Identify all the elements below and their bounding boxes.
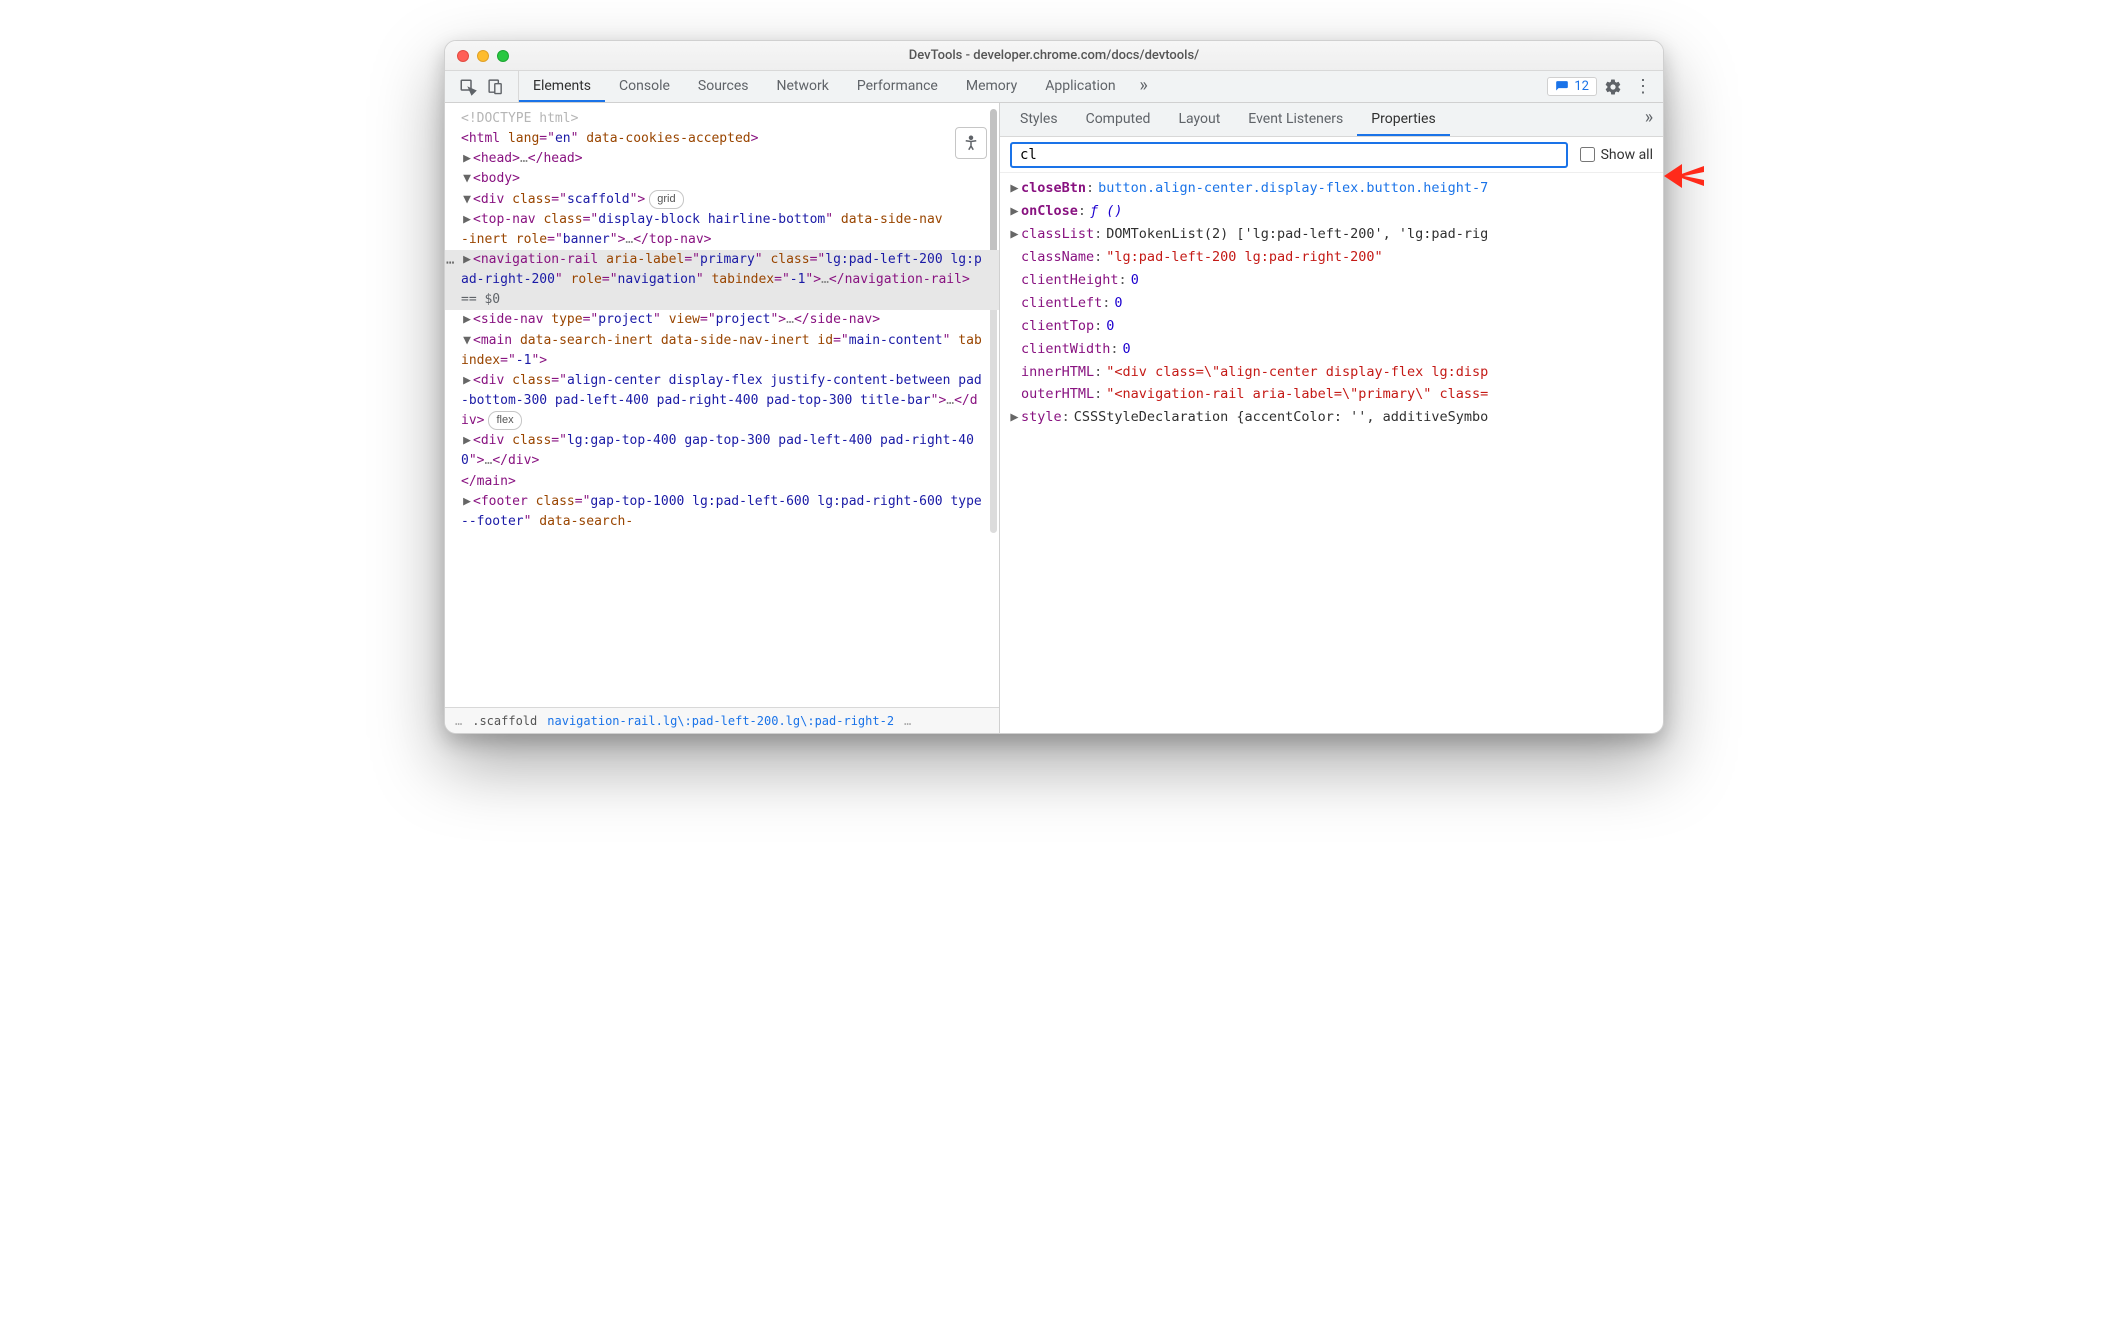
panel-tabs-overflow-icon[interactable]: » xyxy=(1130,71,1158,99)
dom-node-navigation-rail-selected[interactable]: ▶<navigation-rail aria-label="primary" c… xyxy=(445,250,999,310)
tab-network[interactable]: Network xyxy=(763,71,843,102)
issues-count: 12 xyxy=(1574,79,1589,94)
property-key: onClose xyxy=(1021,200,1078,223)
properties-filter-input[interactable] xyxy=(1010,142,1568,168)
property-value: "<navigation-rail aria-label=\"primary\"… xyxy=(1106,383,1488,406)
property-key: clientHeight xyxy=(1021,269,1119,292)
tab-sources[interactable]: Sources xyxy=(684,71,763,102)
property-value: DOMTokenList(2) ['lg:pad-left-200', 'lg:… xyxy=(1106,223,1488,246)
show-all-checkbox-input[interactable] xyxy=(1580,147,1595,162)
property-row[interactable]: clientTop: 0 xyxy=(1008,315,1655,338)
show-all-checkbox[interactable]: Show all xyxy=(1580,147,1653,163)
dom-node-body[interactable]: ▼<body> xyxy=(445,169,999,189)
property-row[interactable]: className: "lg:pad-left-200 lg:pad-right… xyxy=(1008,246,1655,269)
dom-tree[interactable]: <!DOCTYPE html> <html lang="en" data-coo… xyxy=(445,103,999,707)
devtools-window: DevTools - developer.chrome.com/docs/dev… xyxy=(444,40,1664,734)
dom-node-topnav[interactable]: ▶<top-nav class="display-block hairline-… xyxy=(445,210,999,250)
console-reference: == $0 xyxy=(461,292,500,307)
minimize-window-button[interactable] xyxy=(477,50,489,62)
inspect-element-icon[interactable] xyxy=(459,78,477,96)
property-value: ƒ () xyxy=(1090,200,1123,223)
dom-node-main[interactable]: ▼<main data-search-inert data-side-nav-i… xyxy=(445,331,999,371)
expand-toggle-icon[interactable]: ▶ xyxy=(1008,223,1021,246)
expand-toggle-icon[interactable]: ▶ xyxy=(1008,200,1021,223)
issues-counter[interactable]: 12 xyxy=(1547,77,1597,96)
property-row[interactable]: clientHeight: 0 xyxy=(1008,269,1655,292)
breadcrumb-selected[interactable]: navigation-rail.lg\:pad-left-200.lg\:pad… xyxy=(547,714,894,728)
property-key: classList xyxy=(1021,223,1094,246)
properties-filter-bar: Show all xyxy=(1000,137,1663,173)
property-key: style xyxy=(1021,406,1062,429)
property-value: 0 xyxy=(1114,292,1122,315)
property-key: clientLeft xyxy=(1021,292,1102,315)
property-value: "lg:pad-left-200 lg:pad-right-200" xyxy=(1106,246,1382,269)
tab-memory[interactable]: Memory xyxy=(952,71,1031,102)
tab-event-listeners[interactable]: Event Listeners xyxy=(1234,103,1357,136)
annotation-arrow-icon xyxy=(1664,160,1704,201)
main-toolbar: Elements Console Sources Network Perform… xyxy=(445,71,1663,103)
properties-list[interactable]: ▶closeBtn: button.align-center.display-f… xyxy=(1000,173,1663,733)
tab-application[interactable]: Application xyxy=(1031,71,1129,102)
tab-elements[interactable]: Elements xyxy=(519,71,605,102)
property-key: innerHTML xyxy=(1021,361,1094,384)
property-key: className xyxy=(1021,246,1094,269)
property-value: CSSStyleDeclaration {accentColor: '', ad… xyxy=(1074,406,1489,429)
expand-toggle-icon[interactable]: ▶ xyxy=(1008,177,1021,200)
dom-node-title-bar[interactable]: ▶<div class="align-center display-flex j… xyxy=(445,371,999,431)
zoom-window-button[interactable] xyxy=(497,50,509,62)
property-key: clientWidth xyxy=(1021,338,1110,361)
property-value: 0 xyxy=(1131,269,1139,292)
layout-badge-flex[interactable]: flex xyxy=(488,411,521,430)
property-key: clientTop xyxy=(1021,315,1094,338)
tab-properties[interactable]: Properties xyxy=(1357,103,1449,136)
property-row[interactable]: clientWidth: 0 xyxy=(1008,338,1655,361)
window-title: DevTools - developer.chrome.com/docs/dev… xyxy=(457,48,1651,63)
dom-node-sidenav[interactable]: ▶<side-nav type="project" view="project"… xyxy=(445,310,999,330)
property-value: 0 xyxy=(1106,315,1114,338)
traffic-lights xyxy=(457,50,509,62)
sidebar-tabs: Styles Computed Layout Event Listeners P… xyxy=(1000,103,1663,137)
device-toolbar-icon[interactable] xyxy=(487,78,504,95)
property-row[interactable]: ▶closeBtn: button.align-center.display-f… xyxy=(1008,177,1655,200)
property-row[interactable]: clientLeft: 0 xyxy=(1008,292,1655,315)
tab-console[interactable]: Console xyxy=(605,71,684,102)
dom-node-scaffold[interactable]: ▼<div class="scaffold">grid xyxy=(445,190,999,210)
dom-breadcrumb[interactable]: … .scaffold navigation-rail.lg\:pad-left… xyxy=(445,707,999,733)
property-row[interactable]: ▶onClose: ƒ () xyxy=(1008,200,1655,223)
property-row[interactable]: ▶classList: DOMTokenList(2) ['lg:pad-lef… xyxy=(1008,223,1655,246)
scrollbar-track[interactable] xyxy=(990,293,997,533)
tab-computed[interactable]: Computed xyxy=(1072,103,1165,136)
property-value: "<div class=\"align-center display-flex … xyxy=(1106,361,1488,384)
property-key: closeBtn xyxy=(1021,177,1086,200)
layout-badge-grid[interactable]: grid xyxy=(649,190,683,209)
property-row[interactable]: outerHTML: "<navigation-rail aria-label=… xyxy=(1008,383,1655,406)
tab-layout[interactable]: Layout xyxy=(1164,103,1234,136)
expand-toggle-icon[interactable]: ▶ xyxy=(1008,406,1021,429)
close-window-button[interactable] xyxy=(457,50,469,62)
dom-node-html[interactable]: <html lang="en" data-cookies-accepted> xyxy=(445,129,999,149)
dom-node-gap-div[interactable]: ▶<div class="lg:gap-top-400 gap-top-300 … xyxy=(445,431,999,471)
dom-node-footer[interactable]: ▶<footer class="gap-top-1000 lg:pad-left… xyxy=(445,492,999,532)
property-row[interactable]: innerHTML: "<div class=\"align-center di… xyxy=(1008,361,1655,384)
panel-tabs: Elements Console Sources Network Perform… xyxy=(519,71,1158,102)
tab-performance[interactable]: Performance xyxy=(843,71,952,102)
tab-styles[interactable]: Styles xyxy=(1006,103,1072,136)
sidebar-tabs-overflow-icon[interactable]: » xyxy=(1635,103,1663,131)
dom-node-main-close[interactable]: </main> xyxy=(445,472,999,492)
more-options-icon[interactable]: ⋮ xyxy=(1629,73,1657,101)
property-row[interactable]: ▶style: CSSStyleDeclaration {accentColor… xyxy=(1008,406,1655,429)
property-value: button.align-center.display-flex.button.… xyxy=(1098,177,1488,200)
elements-dom-panel: <!DOCTYPE html> <html lang="en" data-coo… xyxy=(445,103,1000,733)
breadcrumb-scaffold[interactable]: .scaffold xyxy=(472,714,537,728)
elements-sidebar: Styles Computed Layout Event Listeners P… xyxy=(1000,103,1663,733)
dom-doctype: <!DOCTYPE html> xyxy=(461,111,578,126)
property-key: outerHTML xyxy=(1021,383,1094,406)
dom-node-head[interactable]: ▶<head>…</head> xyxy=(445,149,999,169)
settings-gear-icon[interactable] xyxy=(1599,73,1627,101)
property-value: 0 xyxy=(1123,338,1131,361)
titlebar: DevTools - developer.chrome.com/docs/dev… xyxy=(445,41,1663,71)
